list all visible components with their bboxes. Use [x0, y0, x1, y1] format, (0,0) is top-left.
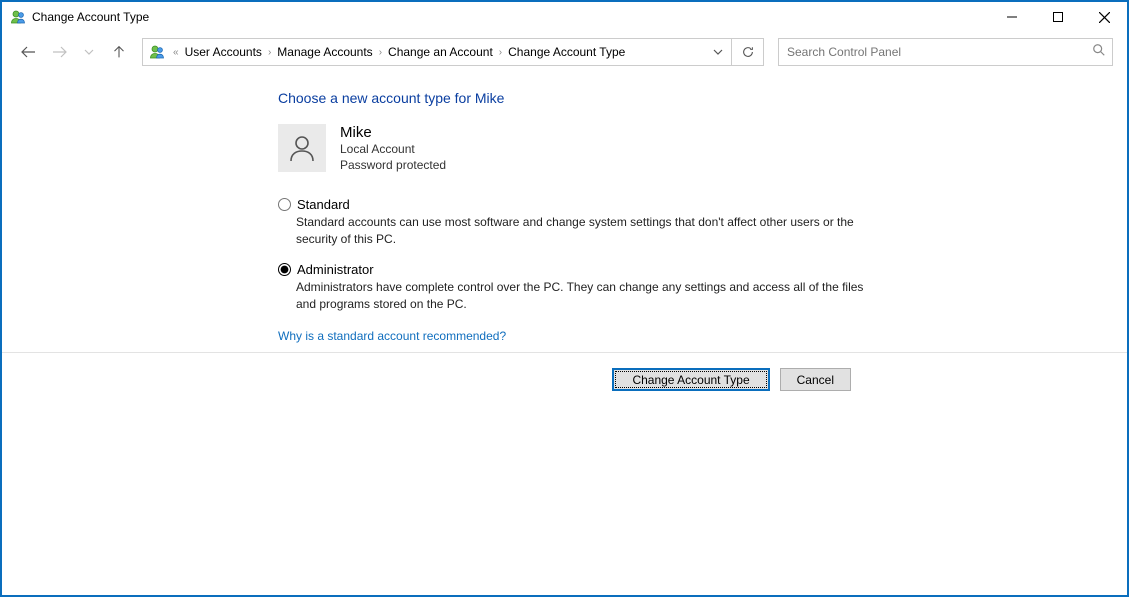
nav-toolbar: « User Accounts › Manage Accounts › Chan…	[2, 32, 1127, 72]
forward-button[interactable]	[46, 39, 72, 65]
breadcrumb-item[interactable]: User Accounts	[185, 45, 262, 59]
breadcrumb-item[interactable]: Change an Account	[388, 45, 493, 59]
chevron-left-icon: «	[171, 47, 181, 58]
recent-locations-dropdown[interactable]	[76, 39, 102, 65]
search-input[interactable]	[785, 44, 1092, 60]
maximize-button[interactable]	[1035, 2, 1081, 32]
change-account-type-button[interactable]: Change Account Type	[612, 368, 769, 391]
radio-standard-label[interactable]: Standard	[297, 197, 350, 212]
search-icon[interactable]	[1092, 43, 1106, 62]
chevron-right-icon: ›	[377, 47, 384, 58]
standard-description: Standard accounts can use most software …	[296, 214, 878, 248]
chevron-right-icon: ›	[497, 47, 504, 58]
user-password-status: Password protected	[340, 157, 446, 173]
search-box[interactable]	[778, 38, 1113, 66]
chevron-right-icon: ›	[266, 47, 273, 58]
titlebar: Change Account Type	[2, 2, 1127, 32]
minimize-button[interactable]	[989, 2, 1035, 32]
option-standard: Standard Standard accounts can use most …	[278, 197, 878, 248]
user-name: Mike	[340, 124, 446, 141]
administrator-description: Administrators have complete control ove…	[296, 279, 878, 313]
cancel-button[interactable]: Cancel	[780, 368, 851, 391]
option-administrator: Administrator Administrators have comple…	[278, 262, 878, 313]
breadcrumb[interactable]: « User Accounts › Manage Accounts › Chan…	[143, 39, 705, 65]
window-title: Change Account Type	[32, 10, 149, 24]
radio-administrator[interactable]	[278, 263, 291, 276]
breadcrumb-item[interactable]: Manage Accounts	[277, 45, 372, 59]
refresh-button[interactable]	[731, 39, 763, 65]
breadcrumb-item[interactable]: Change Account Type	[508, 45, 625, 59]
avatar	[278, 124, 326, 172]
button-row: Change Account Type Cancel	[2, 368, 1127, 391]
address-dropdown[interactable]	[705, 39, 731, 65]
close-button[interactable]	[1081, 2, 1127, 32]
radio-standard[interactable]	[278, 198, 291, 211]
user-block: Mike Local Account Password protected	[278, 124, 878, 173]
user-account-type: Local Account	[340, 141, 446, 157]
address-bar[interactable]: « User Accounts › Manage Accounts › Chan…	[142, 38, 764, 66]
user-accounts-icon	[149, 44, 165, 60]
radio-administrator-label[interactable]: Administrator	[297, 262, 374, 277]
divider	[2, 352, 1127, 353]
page-heading: Choose a new account type for Mike	[278, 90, 878, 106]
up-button[interactable]	[106, 39, 132, 65]
back-button[interactable]	[16, 39, 42, 65]
why-standard-link[interactable]: Why is a standard account recommended?	[278, 329, 878, 343]
user-accounts-icon	[10, 9, 26, 25]
content-area: Choose a new account type for Mike Mike …	[2, 72, 1127, 595]
